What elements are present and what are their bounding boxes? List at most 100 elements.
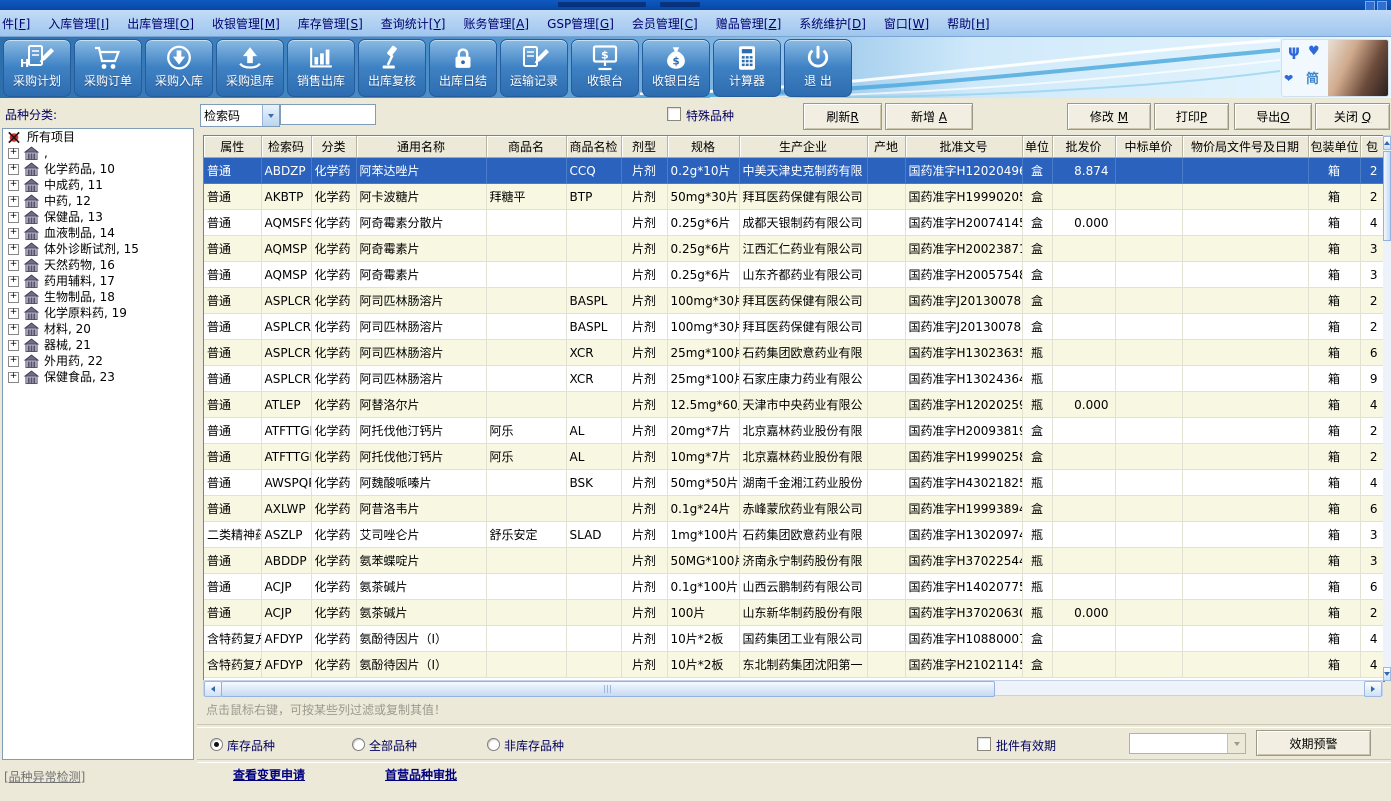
column-header-8[interactable]: 生产企业 xyxy=(739,136,867,158)
modify-button[interactable]: 修改 M xyxy=(1067,103,1151,130)
menu-item-12[interactable]: 帮助[H] xyxy=(938,15,998,32)
refresh-button[interactable]: 刷新R xyxy=(803,103,882,130)
tree-item-3[interactable]: +中药, 12 xyxy=(3,193,193,209)
scroll-right-icon[interactable] xyxy=(1364,681,1382,697)
table-row[interactable]: 含特药复方AFDYP化学药氨酚待因片（I）片剂10片*2板国药集团工业有限公司国… xyxy=(204,626,1384,652)
footer-link-0[interactable]: 查看变更申请 xyxy=(233,766,305,783)
cashier-button[interactable]: $收银台 xyxy=(571,39,639,97)
column-header-6[interactable]: 剂型 xyxy=(621,136,667,158)
scroll-down-icon[interactable] xyxy=(1383,667,1391,681)
column-header-7[interactable]: 规格 xyxy=(667,136,739,158)
add-button[interactable]: 新增 A xyxy=(885,103,973,130)
radio-非库存品种[interactable] xyxy=(487,738,500,751)
cashier-daily-close-button[interactable]: $收银日结 xyxy=(642,39,710,97)
column-header-1[interactable]: 检索码 xyxy=(261,136,311,158)
expand-plus-icon[interactable]: + xyxy=(8,164,19,175)
column-header-11[interactable]: 单位 xyxy=(1022,136,1052,158)
column-header-12[interactable]: 批发价 xyxy=(1052,136,1115,158)
expand-plus-icon[interactable]: + xyxy=(8,244,19,255)
purchase-order-button[interactable]: 采购订单 xyxy=(74,39,142,97)
column-header-15[interactable]: 包装单位 xyxy=(1308,136,1360,158)
table-row[interactable]: 普通ABDDP化学药氨苯蝶啶片片剂50MG*100片济南永宁制药股份有限国药准字… xyxy=(204,548,1384,574)
expand-plus-icon[interactable]: + xyxy=(8,260,19,271)
horizontal-scroll-thumb[interactable] xyxy=(221,681,995,697)
table-row[interactable]: 普通ABDZP化学药阿苯达唑片CCQ片剂0.2g*10片中美天津史克制药有限国药… xyxy=(204,158,1384,184)
menu-item-0[interactable]: 件[F] xyxy=(0,15,39,32)
export-button[interactable]: 导出O xyxy=(1234,103,1312,130)
sales-outbound-button[interactable]: 销售出库 xyxy=(287,39,355,97)
print-button[interactable]: 打印P xyxy=(1154,103,1229,130)
expand-plus-icon[interactable]: + xyxy=(8,356,19,367)
expand-plus-icon[interactable]: + xyxy=(8,228,19,239)
table-row[interactable]: 普通ACJP化学药氨茶碱片片剂0.1g*100片山西云鹏制药有限公司国药准字H1… xyxy=(204,574,1384,600)
chevron-down-icon[interactable] xyxy=(262,105,279,126)
outbound-daily-close-button[interactable]: 出库日结 xyxy=(429,39,497,97)
menu-item-3[interactable]: 收银管理[M] xyxy=(203,15,289,32)
expand-plus-icon[interactable]: + xyxy=(8,340,19,351)
purchase-return-button[interactable]: 采购退库 xyxy=(216,39,284,97)
radio-库存品种[interactable] xyxy=(210,738,223,751)
menu-item-1[interactable]: 入库管理[I] xyxy=(39,15,118,32)
column-header-0[interactable]: 属性 xyxy=(204,136,261,158)
expand-plus-icon[interactable]: + xyxy=(8,292,19,303)
expand-plus-icon[interactable]: + xyxy=(8,180,19,191)
tree-item-14[interactable]: +保健食品, 23 xyxy=(3,369,193,385)
outbound-review-button[interactable]: 出库复核 xyxy=(358,39,426,97)
tree-item-11[interactable]: +材料, 20 xyxy=(3,321,193,337)
scroll-up-icon[interactable] xyxy=(1383,136,1391,150)
table-row[interactable]: 普通ASPLCRP化学药阿司匹林肠溶片XCR片剂25mg*100片石药集团欧意药… xyxy=(204,340,1384,366)
table-row[interactable]: 普通ACJP化学药氨茶碱片片剂100片山东新华制药股份有限国药准字H370206… xyxy=(204,600,1384,626)
special-items-checkbox[interactable] xyxy=(667,107,681,121)
tree-item-10[interactable]: +化学原料药, 19 xyxy=(3,305,193,321)
expand-plus-icon[interactable]: + xyxy=(8,308,19,319)
menu-item-5[interactable]: 查询统计[Y] xyxy=(372,15,455,32)
column-header-9[interactable]: 产地 xyxy=(867,136,905,158)
expand-plus-icon[interactable]: + xyxy=(8,148,19,159)
menu-item-6[interactable]: 账务管理[A] xyxy=(454,15,538,32)
expand-plus-icon[interactable]: + xyxy=(8,324,19,335)
expand-plus-icon[interactable]: + xyxy=(8,276,19,287)
menu-item-8[interactable]: 会员管理[C] xyxy=(623,15,707,32)
expiry-combobox[interactable] xyxy=(1129,733,1246,754)
tree-item-6[interactable]: +体外诊断试剂, 15 xyxy=(3,241,193,257)
table-row[interactable]: 普通AQMSP化学药阿奇霉素片片剂0.25g*6片江西汇仁药业有限公司国药准字H… xyxy=(204,236,1384,262)
search-field-combobox[interactable]: 检索码 xyxy=(200,104,280,127)
tree-item-2[interactable]: +中成药, 11 xyxy=(3,177,193,193)
table-row[interactable]: 普通ASPLCRP化学药阿司匹林肠溶片BASPL片剂100mg*30片拜耳医药保… xyxy=(204,288,1384,314)
exit-button[interactable]: 退 出 xyxy=(784,39,852,97)
tree-item-4[interactable]: +保健品, 13 xyxy=(3,209,193,225)
table-row[interactable]: 普通AQMSFSP化学药阿奇霉素分散片片剂0.25g*6片成都天银制药有限公司国… xyxy=(204,210,1384,236)
transport-record-button[interactable]: 运输记录 xyxy=(500,39,568,97)
footer-link-1[interactable]: 首营品种审批 xyxy=(385,766,457,783)
menu-item-2[interactable]: 出库管理[O] xyxy=(118,15,203,32)
table-row[interactable]: 普通ATLEP化学药阿替洛尔片片剂12.5mg*60片天津市中央药业有限公国药准… xyxy=(204,392,1384,418)
calculator-button[interactable]: 计算器 xyxy=(713,39,781,97)
column-header-4[interactable]: 商品名 xyxy=(486,136,566,158)
menu-item-4[interactable]: 库存管理[S] xyxy=(289,15,372,32)
tree-item-7[interactable]: +天然药物, 16 xyxy=(3,257,193,273)
menu-item-11[interactable]: 窗口[W] xyxy=(875,15,938,32)
table-row[interactable]: 含特药复方AFDYP化学药氨酚待因片（I）片剂10片*2板东北制药集团沈阳第一国… xyxy=(204,652,1384,678)
abnormal-check-link[interactable]: [品种异常检测] xyxy=(4,768,85,785)
tree-item-0[interactable]: +, xyxy=(3,145,193,161)
tree-item-9[interactable]: +生物制品, 18 xyxy=(3,289,193,305)
table-row[interactable]: 普通ASPLCRP化学药阿司匹林肠溶片XCR片剂25mg*100片石家庄康力药业… xyxy=(204,366,1384,392)
close-button[interactable]: 关闭 Q xyxy=(1315,103,1390,130)
column-header-13[interactable]: 中标单价 xyxy=(1115,136,1182,158)
expand-plus-icon[interactable]: + xyxy=(8,372,19,383)
menu-item-9[interactable]: 赠品管理[Z] xyxy=(707,15,791,32)
table-row[interactable]: 普通AXLWP化学药阿昔洛韦片片剂0.1g*24片赤峰蒙欣药业有限公司国药准字H… xyxy=(204,496,1384,522)
column-header-3[interactable]: 通用名称 xyxy=(356,136,486,158)
expand-plus-icon[interactable]: + xyxy=(8,212,19,223)
vertical-scroll-thumb[interactable] xyxy=(1383,151,1391,241)
horizontal-scrollbar[interactable] xyxy=(203,680,1383,696)
column-header-2[interactable]: 分类 xyxy=(311,136,356,158)
purchase-inbound-button[interactable]: 采购入库 xyxy=(145,39,213,97)
purchase-plan-button[interactable]: H采购计划 xyxy=(3,39,71,97)
table-row[interactable]: 普通AKBTP化学药阿卡波糖片拜糖平BTP片剂50mg*30片拜耳医药保健有限公… xyxy=(204,184,1384,210)
column-header-10[interactable]: 批准文号 xyxy=(905,136,1022,158)
search-input[interactable] xyxy=(280,104,376,125)
tree-item-8[interactable]: +药用辅料, 17 xyxy=(3,273,193,289)
tree-root-all-items[interactable]: 所有项目 xyxy=(3,129,193,145)
table-row[interactable]: 普通AQMSP化学药阿奇霉素片片剂0.25g*6片山东齐都药业有限公司国药准字H… xyxy=(204,262,1384,288)
